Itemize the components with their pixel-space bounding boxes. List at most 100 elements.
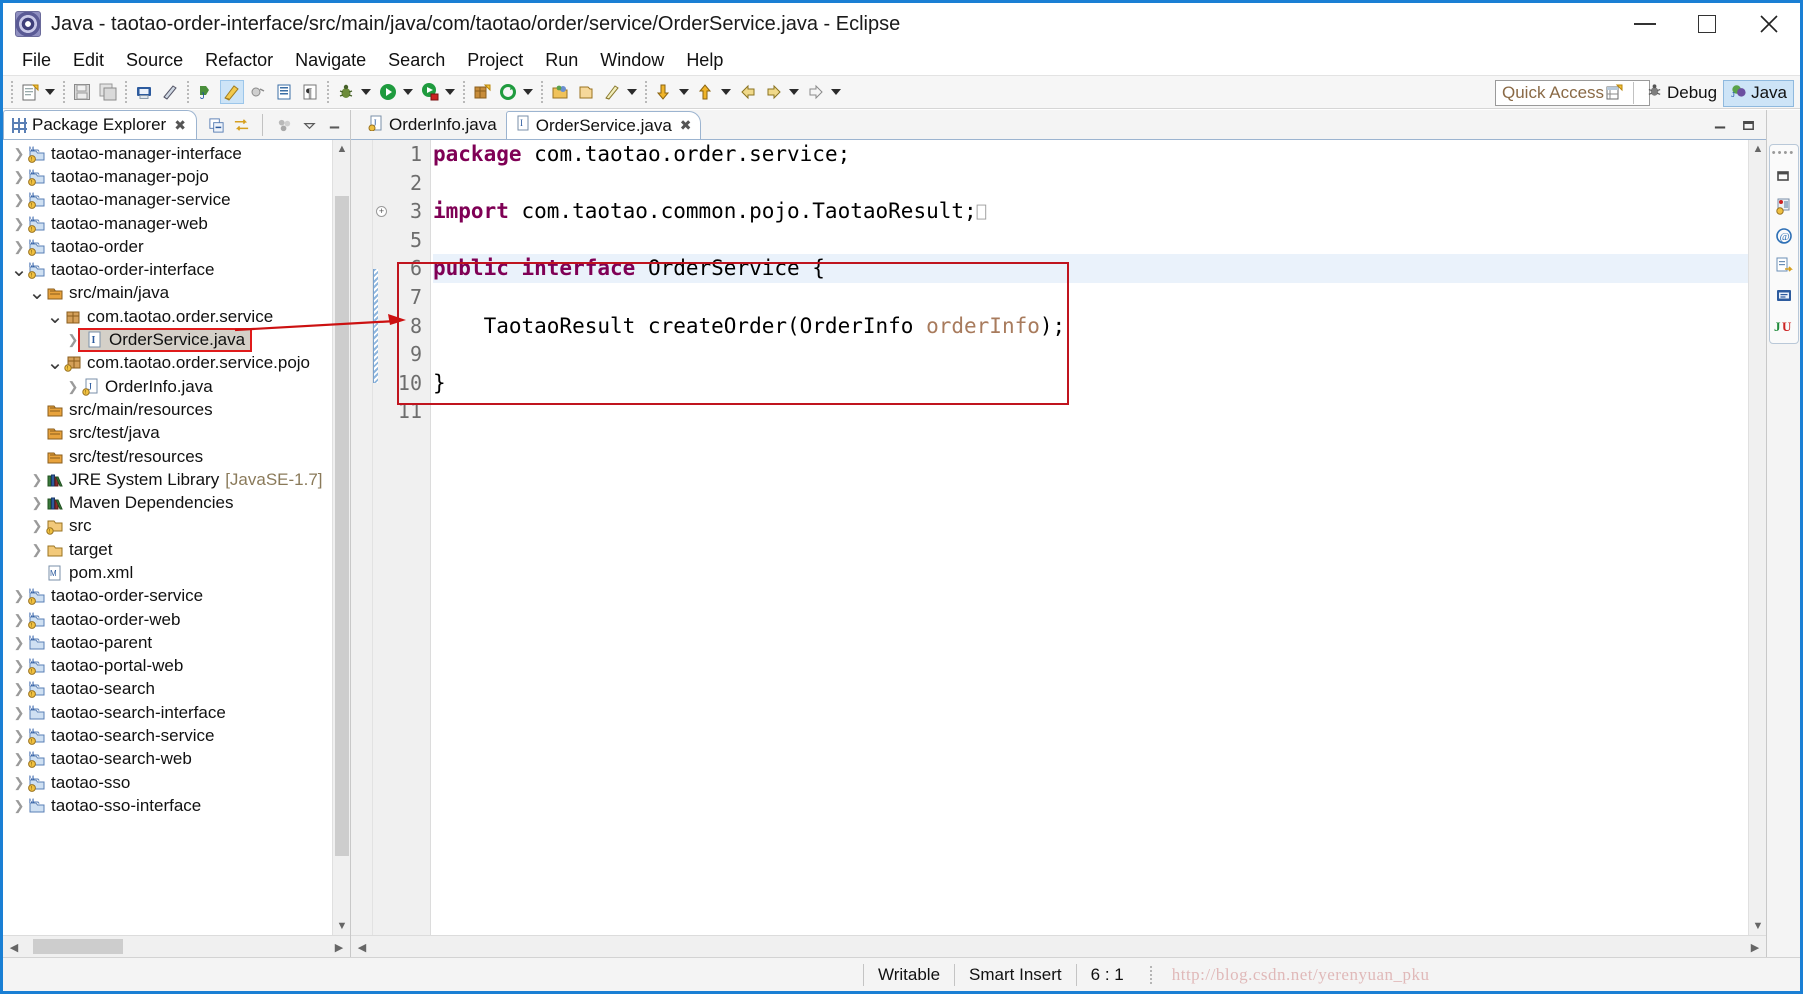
tree-item[interactable]: ❯ Maven Dependencies	[3, 491, 350, 514]
chevron-right-icon[interactable]: ❯	[11, 192, 27, 208]
tree-item[interactable]: ⌄ src/main/java	[3, 282, 350, 305]
tab-orderinfo-java[interactable]: J OrderInfo.java	[359, 111, 506, 139]
previous-annotation-icon[interactable]	[694, 80, 718, 104]
menu-source[interactable]: Source	[115, 48, 194, 73]
tree-item[interactable]: ❯ JRE System Library [JavaSE-1.7]	[3, 468, 350, 491]
folding-bar[interactable]: +	[373, 140, 389, 935]
show-whitespace-icon[interactable]: ¶	[298, 80, 322, 104]
tree-item[interactable]: ⌄! com.taotao.order.service.pojo	[3, 352, 350, 375]
maximize-button[interactable]	[1676, 3, 1738, 45]
servers-warn-icon[interactable]	[1773, 195, 1795, 217]
scroll-left-icon[interactable]: ◀	[353, 938, 371, 956]
chevron-right-icon[interactable]: ❯	[11, 239, 27, 255]
next-annotation-icon[interactable]	[652, 80, 676, 104]
menu-search[interactable]: Search	[377, 48, 456, 73]
tab-orderservice-java[interactable]: I OrderService.java ✖	[505, 111, 701, 139]
close-button[interactable]	[1738, 3, 1800, 45]
tree-item[interactable]: ❯ I OrderService.java	[3, 328, 350, 353]
forward-nav-icon[interactable]	[804, 80, 828, 104]
code-line[interactable]	[433, 397, 1748, 426]
perspective-debug[interactable]: Debug	[1640, 80, 1723, 107]
link-with-editor-icon[interactable]	[231, 115, 251, 135]
chevron-right-icon[interactable]: ❯	[65, 379, 81, 395]
debug-dropdown-icon[interactable]	[359, 80, 373, 104]
code-line[interactable]	[433, 226, 1748, 255]
chevron-right-icon[interactable]: ❯	[11, 775, 27, 791]
chevron-down-icon[interactable]: ⌄	[29, 283, 46, 303]
chevron-right-icon[interactable]: ❯	[11, 681, 27, 697]
annotation-dropdown-icon[interactable]	[625, 80, 639, 104]
menu-navigate[interactable]: Navigate	[284, 48, 377, 73]
tree-item[interactable]: ❯ M! taotao-sso	[3, 771, 350, 794]
new-package-icon[interactable]	[470, 80, 494, 104]
maximize-editor-icon[interactable]	[1738, 115, 1758, 135]
perspective-java[interactable]: J Java	[1723, 79, 1794, 107]
view-menu-icon[interactable]	[274, 115, 294, 135]
restore-icon[interactable]	[1773, 165, 1795, 187]
menu-help[interactable]: Help	[675, 48, 734, 73]
tree-item[interactable]: ❯! src	[3, 515, 350, 538]
chevron-right-icon[interactable]: ❯	[11, 658, 27, 674]
tab-package-explorer[interactable]: Package Explorer ✖	[3, 110, 197, 139]
scroll-right-icon[interactable]: ▶	[330, 938, 348, 956]
chevron-right-icon[interactable]: ❯	[11, 612, 27, 628]
chevron-right-icon[interactable]: ❯	[29, 542, 45, 558]
toggle-comment-icon[interactable]	[158, 80, 182, 104]
tree-item[interactable]: ❯ M! taotao-manager-web	[3, 212, 350, 235]
scroll-down-icon[interactable]: ▼	[1749, 917, 1766, 935]
scroll-thumb[interactable]	[335, 196, 349, 856]
tree-item[interactable]: ❯ M! taotao-portal-web	[3, 655, 350, 678]
refresh-dropdown-icon[interactable]	[521, 80, 535, 104]
refresh-icon[interactable]	[496, 80, 520, 104]
editor-vscrollbar[interactable]: ▲ ▼	[1748, 140, 1766, 935]
code-line[interactable]: TaotaoResult createOrder(OrderInfo order…	[433, 312, 1748, 341]
run-dropdown-icon[interactable]	[401, 80, 415, 104]
tree-item[interactable]: ❯ target	[3, 538, 350, 561]
code-line[interactable]	[433, 283, 1748, 312]
new-wizard-icon[interactable]	[18, 80, 42, 104]
chevron-right-icon[interactable]: ❯	[11, 705, 27, 721]
scroll-left-icon[interactable]: ◀	[5, 938, 23, 956]
junit-icon[interactable]: JU	[1773, 315, 1795, 337]
code-line[interactable]: public interface OrderService {	[433, 254, 1748, 283]
document-export-icon[interactable]	[1773, 255, 1795, 277]
code-line[interactable]: }	[433, 369, 1748, 398]
new-wizard-dropdown-icon[interactable]	[43, 80, 57, 104]
package-explorer-hscrollbar[interactable]: ◀ ▶	[3, 935, 350, 957]
debug-icon[interactable]	[334, 80, 358, 104]
tree-item[interactable]: ❯ M! taotao-search-service	[3, 724, 350, 747]
open-resource-icon[interactable]	[548, 80, 572, 104]
history-dropdown-icon[interactable]	[787, 80, 801, 104]
tree-item[interactable]: ❯ M! taotao-manager-interface	[3, 142, 350, 165]
console-icon[interactable]	[1773, 285, 1795, 307]
tree-item[interactable]: src/test/resources	[3, 445, 350, 468]
chevron-down-icon[interactable]: ⌄	[11, 260, 28, 280]
tree-item[interactable]: ❯ Mtaotao-sso-interface	[3, 794, 350, 817]
close-icon[interactable]: ✖	[174, 117, 186, 134]
tree-item[interactable]: ❯ M! taotao-order	[3, 235, 350, 258]
tree-item[interactable]: ❯ J! OrderInfo.java	[3, 375, 350, 398]
tree-item[interactable]: ❯ M! taotao-manager-service	[3, 189, 350, 212]
hscroll-thumb[interactable]	[33, 939, 123, 954]
new-java-class-icon[interactable]: J	[194, 80, 218, 104]
tree-item[interactable]: ❯ M! taotao-order-service	[3, 585, 350, 608]
at-icon[interactable]: @	[1773, 225, 1795, 247]
tree-item[interactable]: src/test/java	[3, 422, 350, 445]
chevron-down-icon[interactable]: ⌄	[47, 353, 64, 373]
save-icon[interactable]	[70, 80, 94, 104]
external-tools-dropdown-icon[interactable]	[443, 80, 457, 104]
collapse-all-icon[interactable]	[206, 115, 226, 135]
chevron-right-icon[interactable]: ❯	[29, 472, 45, 488]
code-line[interactable]	[433, 340, 1748, 369]
chevron-right-icon[interactable]: ❯	[29, 518, 45, 534]
tree-item[interactable]: Mpom.xml	[3, 561, 350, 584]
chevron-right-icon[interactable]: ❯	[11, 216, 27, 232]
scroll-up-icon[interactable]: ▲	[1749, 140, 1766, 158]
toggle-mark-occurrences-icon[interactable]	[220, 80, 244, 104]
open-perspective-icon[interactable]	[1602, 81, 1626, 105]
marker-bar[interactable]	[351, 140, 373, 935]
chevron-right-icon[interactable]: ❯	[11, 635, 27, 651]
chevron-down-icon[interactable]	[299, 115, 319, 135]
skip-all-breakpoints-icon[interactable]	[246, 80, 270, 104]
menu-project[interactable]: Project	[456, 48, 534, 73]
